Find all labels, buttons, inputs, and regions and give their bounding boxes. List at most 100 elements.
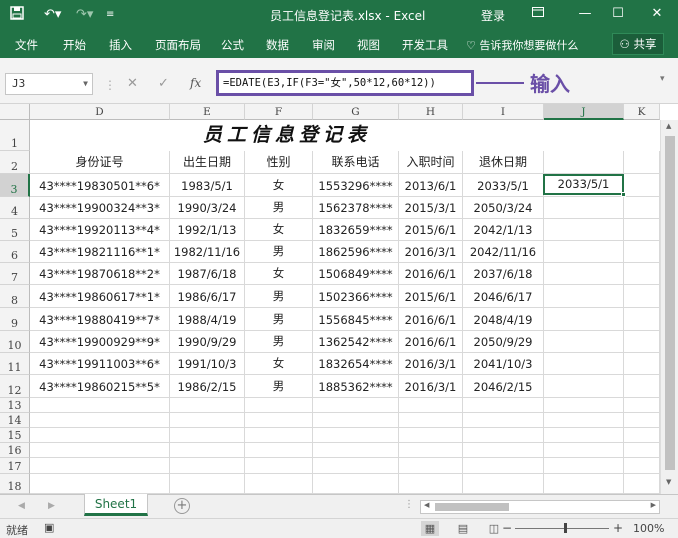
cell-j16[interactable]: [544, 443, 624, 458]
cell-i3[interactable]: 2033/5/1: [463, 174, 544, 197]
cell-e16[interactable]: [170, 443, 245, 458]
row-header-6[interactable]: 6: [0, 241, 30, 263]
cell-d16[interactable]: [30, 443, 170, 458]
cell-g8[interactable]: 1502366****: [313, 285, 399, 308]
cell-i13[interactable]: [463, 398, 544, 413]
cell-h2[interactable]: 入职时间: [399, 151, 463, 174]
row-header-1[interactable]: 1: [0, 120, 30, 151]
cell-i18[interactable]: [463, 474, 544, 494]
cell-f7[interactable]: 女: [245, 263, 313, 285]
cell-f11[interactable]: 女: [245, 353, 313, 375]
cell-f4[interactable]: 男: [245, 197, 313, 219]
cell-h5[interactable]: 2015/6/1: [399, 219, 463, 241]
cell-k11[interactable]: [624, 353, 660, 375]
cell-i10[interactable]: 2050/9/29: [463, 331, 544, 353]
cell-j15[interactable]: [544, 428, 624, 443]
cell-i5[interactable]: 2042/1/13: [463, 219, 544, 241]
cell-g3[interactable]: 1553296****: [313, 174, 399, 197]
row-header-9[interactable]: 9: [0, 308, 30, 331]
cell-j10[interactable]: [544, 331, 624, 353]
row-header-12[interactable]: 12: [0, 375, 30, 398]
cell-h18[interactable]: [399, 474, 463, 494]
col-header-j[interactable]: J: [544, 104, 624, 120]
cell-e4[interactable]: 1990/3/24: [170, 197, 245, 219]
cell-j17[interactable]: [544, 458, 624, 474]
cell-f5[interactable]: 女: [245, 219, 313, 241]
cell-g18[interactable]: [313, 474, 399, 494]
cell-i16[interactable]: [463, 443, 544, 458]
cell-e11[interactable]: 1991/10/3: [170, 353, 245, 375]
login-link[interactable]: 登录: [481, 7, 505, 24]
cell-k14[interactable]: [624, 413, 660, 428]
row-header-2[interactable]: 2: [0, 151, 30, 174]
tab-review[interactable]: 审阅: [312, 37, 335, 53]
cell-i6[interactable]: 2042/11/16: [463, 241, 544, 263]
cell-f15[interactable]: [245, 428, 313, 443]
cell-g2[interactable]: 联系电话: [313, 151, 399, 174]
cell-f6[interactable]: 男: [245, 241, 313, 263]
cell-e3[interactable]: 1983/5/1: [170, 174, 245, 197]
cell-i11[interactable]: 2041/10/3: [463, 353, 544, 375]
cell-k9[interactable]: [624, 308, 660, 331]
cancel-icon[interactable]: ✕: [127, 76, 138, 91]
cell-f8[interactable]: 男: [245, 285, 313, 308]
tab-view[interactable]: 视图: [357, 37, 380, 53]
cell-d5[interactable]: 43****19920113**4*: [30, 219, 170, 241]
cell-k4[interactable]: [624, 197, 660, 219]
cell-k7[interactable]: [624, 263, 660, 285]
cell-g15[interactable]: [313, 428, 399, 443]
tell-me-search[interactable]: ♡ 告诉我你想要做什么: [466, 37, 578, 53]
cell-d6[interactable]: 43****19821116**1*: [30, 241, 170, 263]
add-sheet-icon[interactable]: +: [174, 498, 190, 514]
cell-d2[interactable]: 身份证号: [30, 151, 170, 174]
cell-e12[interactable]: 1986/2/15: [170, 375, 245, 398]
cell-g5[interactable]: 1832659****: [313, 219, 399, 241]
tab-file[interactable]: 文件: [15, 37, 38, 53]
next-sheet-icon[interactable]: ▶: [48, 501, 55, 511]
cell-k18[interactable]: [624, 474, 660, 494]
cell-h12[interactable]: 2016/3/1: [399, 375, 463, 398]
row-header-17[interactable]: 17: [0, 458, 30, 474]
share-button[interactable]: ⚇ 共享: [612, 33, 664, 55]
cell-e10[interactable]: 1990/9/29: [170, 331, 245, 353]
cell-d9[interactable]: 43****19880419**7*: [30, 308, 170, 331]
cell-g7[interactable]: 1506849****: [313, 263, 399, 285]
expand-formula-bar-icon[interactable]: ▾: [660, 74, 665, 84]
cell-d15[interactable]: [30, 428, 170, 443]
col-header-f[interactable]: F: [245, 104, 313, 120]
cell-h17[interactable]: [399, 458, 463, 474]
cell-g9[interactable]: 1556845****: [313, 308, 399, 331]
macro-record-icon[interactable]: ▣: [44, 521, 54, 534]
tab-page-layout[interactable]: 页面布局: [155, 37, 201, 53]
cell-i15[interactable]: [463, 428, 544, 443]
zoom-slider-knob[interactable]: [564, 523, 567, 533]
cell-d4[interactable]: 43****19900324**3*: [30, 197, 170, 219]
scroll-left-icon[interactable]: ◀: [424, 501, 429, 509]
tab-split-handle-icon[interactable]: ⋮: [404, 499, 414, 510]
cell-g6[interactable]: 1862596****: [313, 241, 399, 263]
row-header-14[interactable]: 14: [0, 413, 30, 428]
cell-d7[interactable]: 43****19870618**2*: [30, 263, 170, 285]
cell-f10[interactable]: 男: [245, 331, 313, 353]
page-layout-view-icon[interactable]: ▤: [454, 521, 472, 536]
vertical-scrollbar[interactable]: ▲ ▼: [660, 120, 678, 494]
zoom-in-icon[interactable]: +: [613, 521, 623, 535]
cell-k3[interactable]: [624, 174, 660, 197]
normal-view-icon[interactable]: ▦: [421, 521, 439, 536]
cell-h8[interactable]: 2015/6/1: [399, 285, 463, 308]
row-header-10[interactable]: 10: [0, 331, 30, 353]
cell-j4[interactable]: [544, 197, 624, 219]
col-header-h[interactable]: H: [399, 104, 463, 120]
cell-g4[interactable]: 1562378****: [313, 197, 399, 219]
active-cell-j3[interactable]: 2033/5/1: [543, 174, 624, 195]
cell-h15[interactable]: [399, 428, 463, 443]
zoom-level[interactable]: 100%: [633, 522, 664, 535]
cell-g16[interactable]: [313, 443, 399, 458]
cell-i4[interactable]: 2050/3/24: [463, 197, 544, 219]
cell-h6[interactable]: 2016/3/1: [399, 241, 463, 263]
row-header-18[interactable]: 18: [0, 474, 30, 494]
minimize-icon[interactable]: —: [570, 3, 600, 25]
cell-d11[interactable]: 43****19911003**6*: [30, 353, 170, 375]
cell-j8[interactable]: [544, 285, 624, 308]
sheet-tab-sheet1[interactable]: Sheet1: [84, 494, 148, 516]
